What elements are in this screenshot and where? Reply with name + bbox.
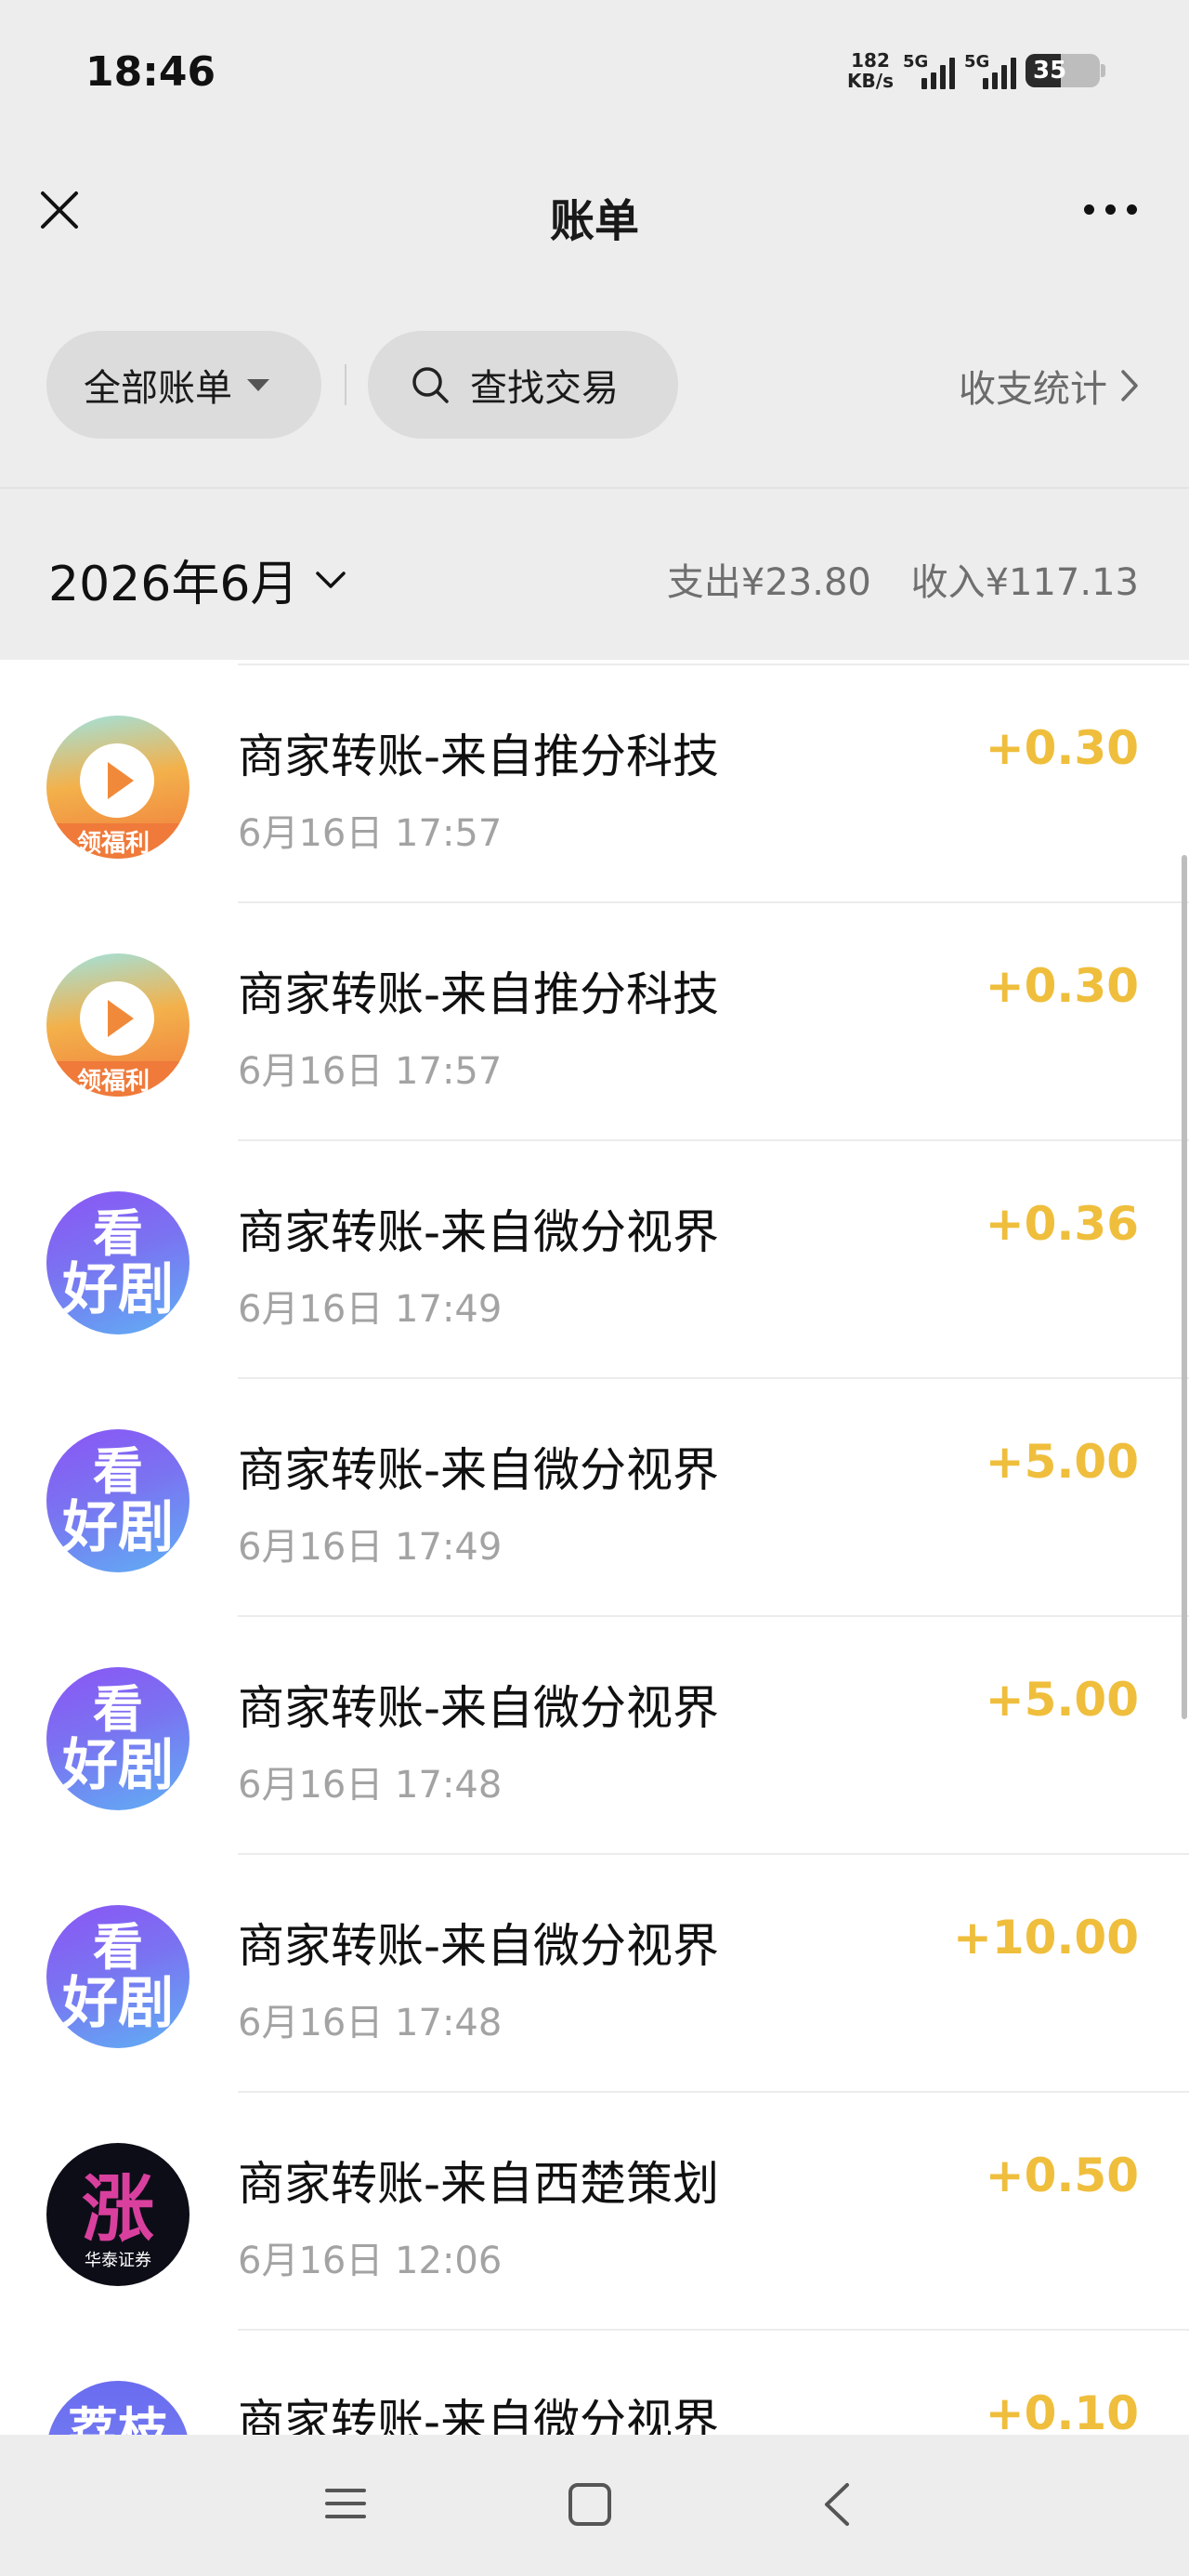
avatar-text-line2: 好剧 [62, 1257, 174, 1322]
video-welfare-avatar: 领福利 [46, 716, 189, 859]
month-label: 2026年6月 [48, 557, 299, 612]
transaction-title: 商家转账-来自西楚策划 [238, 2157, 720, 2211]
divider [345, 364, 346, 405]
transaction-time: 6月16日 17:48 [238, 2002, 503, 2044]
transaction-amount: +5.00 [985, 1435, 1139, 1489]
avatar-text-line1: 看 [93, 1680, 143, 1739]
all-bills-label: 全部账单 [84, 367, 232, 410]
transaction-time: 6月16日 17:57 [238, 1050, 503, 1093]
stats-label: 收支统计 [959, 368, 1107, 411]
battery-level: 35 [1033, 57, 1067, 85]
scrollbar[interactable] [1182, 855, 1187, 1719]
svg-text:涨: 涨 [82, 2168, 154, 2252]
sim1-label: 5G [903, 52, 929, 72]
play-icon: 领福利 [46, 743, 189, 859]
avatar-text-line1: 看 [93, 1442, 143, 1501]
menu-icon[interactable] [323, 2481, 368, 2526]
month-income: 收入¥117.13 [910, 561, 1139, 604]
transaction-row[interactable]: 领福利 商家转账-来自推分科技 6月16日 17:57 +0.30 [0, 903, 1189, 1141]
signal-icon: 5G [903, 52, 955, 89]
avatar-label: 领福利 [77, 829, 150, 858]
network-speed-value: 182 [851, 49, 890, 72]
transaction-list: 领福利 商家转账-来自推分科技 6月16日 17:57 +0.30 领福利 商家转账-来自… [0, 660, 1189, 2435]
search-label: 查找交易 [470, 367, 619, 410]
transaction-time: 6月16日 17:48 [238, 1764, 503, 1807]
transaction-time: 6月16日 17:49 [238, 1526, 503, 1569]
search-icon [412, 367, 449, 403]
chevron-down-icon [316, 571, 346, 588]
lizhi-avatar: 荔枝 [46, 2381, 189, 2435]
network-speed: 182 KB/s [847, 50, 894, 91]
status-bar: 18:46 182 KB/s 5G 5G 35 [0, 0, 1189, 139]
all-bills-filter[interactable]: 全部账单 [46, 331, 321, 439]
transaction-title: 商家转账-来自推分科技 [238, 967, 720, 1021]
drama-app-avatar: 看好剧 [46, 1667, 189, 1810]
signal-icon-2: 5G [964, 52, 1016, 89]
transaction-rows: 领福利 商家转账-来自推分科技 6月16日 17:57 +0.30 领福利 商家转账-来自… [0, 665, 1189, 2435]
transaction-row[interactable]: 领福利 商家转账-来自推分科技 6月16日 17:57 +0.30 [0, 665, 1189, 903]
transaction-title: 商家转账-来自微分视界 [238, 1681, 720, 1735]
avatar-text-line2: 好剧 [62, 1495, 174, 1560]
more-icon[interactable] [1084, 204, 1137, 215]
status-time: 18:46 [85, 48, 216, 96]
transaction-row[interactable]: 涨华泰证券 商家转账-来自西楚策划 6月16日 12:06 +0.50 [0, 2093, 1189, 2331]
avatar-text-line1: 看 [93, 1204, 143, 1263]
search-transactions-button[interactable]: 查找交易 [368, 331, 678, 439]
avatar-text-line2: 好剧 [62, 1971, 174, 2036]
transaction-title: 商家转账-来自微分视界 [238, 2395, 720, 2435]
month-selector[interactable]: 2026年6月 [48, 545, 346, 614]
transaction-title: 商家转账-来自微分视界 [238, 1919, 720, 1973]
drama-app-avatar: 看好剧 [46, 1905, 189, 2048]
month-summary: 支出¥23.80 收入¥117.13 [667, 552, 1139, 606]
caret-down-icon [247, 378, 269, 391]
chevron-right-icon [1121, 370, 1138, 401]
avatar-label: 领福利 [77, 1067, 150, 1096]
transaction-row[interactable]: 看好剧 商家转账-来自微分视界 6月16日 17:48 +5.00 [0, 1617, 1189, 1855]
transaction-title: 商家转账-来自推分科技 [238, 729, 720, 783]
transaction-amount: +0.30 [985, 959, 1139, 1013]
play-icon: 领福利 [46, 981, 189, 1097]
transaction-amount: +0.50 [985, 2149, 1139, 2202]
drama-app-avatar: 看好剧 [46, 1429, 189, 1572]
transaction-row[interactable]: 看好剧 商家转账-来自微分视界 6月16日 17:49 +0.36 [0, 1141, 1189, 1379]
filter-row: 全部账单 查找交易 收支统计 [0, 331, 1189, 439]
video-welfare-avatar: 领福利 [46, 953, 189, 1097]
home-icon[interactable] [567, 2481, 613, 2528]
drama-app-avatar: 看好剧 [46, 1191, 189, 1334]
transaction-row[interactable]: 看好剧 商家转账-来自微分视界 6月16日 17:49 +5.00 [0, 1379, 1189, 1617]
transaction-row[interactable]: 荔枝 商家转账-来自微分视界 +0.10 [0, 2331, 1189, 2435]
transaction-time: 6月16日 12:06 [238, 2240, 503, 2282]
battery-icon: 35 [1026, 54, 1105, 87]
transaction-amount: +10.00 [952, 1911, 1139, 1965]
sim2-label: 5G [964, 52, 990, 72]
transaction-time: 6月16日 17:57 [238, 812, 503, 855]
avatar-text-line2: 好剧 [62, 1733, 174, 1798]
securities-avatar: 涨华泰证券 [46, 2143, 189, 2286]
transaction-time: 6月16日 17:49 [238, 1288, 503, 1331]
transaction-title: 商家转账-来自微分视界 [238, 1205, 720, 1259]
transaction-amount: +0.36 [985, 1197, 1139, 1251]
avatar-label: 华泰证券 [85, 2251, 151, 2270]
transaction-amount: +0.10 [985, 2386, 1139, 2435]
back-icon[interactable] [821, 2481, 851, 2528]
transaction-amount: +0.30 [985, 721, 1139, 775]
transaction-amount: +5.00 [985, 1673, 1139, 1727]
zhang-logo-icon: 涨华泰证券 [82, 2168, 154, 2270]
month-header: 2026年6月 支出¥23.80 收入¥117.13 [0, 487, 1189, 658]
transaction-row[interactable]: 看好剧 商家转账-来自微分视界 6月16日 17:48 +10.00 [0, 1855, 1189, 2093]
stats-link[interactable]: 收支统计 [959, 359, 1139, 413]
status-indicators: 182 KB/s 5G 5G 35 [847, 46, 1105, 95]
avatar-text-line1: 看 [93, 1918, 143, 1977]
month-expense: 支出¥23.80 [666, 561, 871, 604]
page-title: 账单 [549, 195, 639, 247]
system-nav-bar [0, 2435, 1189, 2576]
network-speed-unit: KB/s [847, 70, 894, 92]
avatar-label: 荔枝 [68, 2402, 168, 2435]
nav-bar: 账单 [0, 158, 1189, 269]
transaction-title: 商家转账-来自微分视界 [238, 1443, 720, 1497]
